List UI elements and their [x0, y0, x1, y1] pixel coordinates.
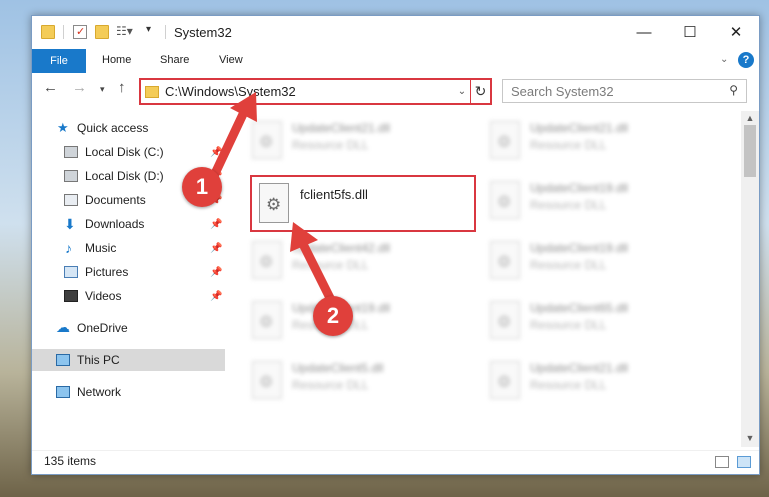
- annotation-arrows: [207, 92, 335, 303]
- arrow-1: [207, 92, 257, 185]
- arrow-2: [290, 222, 335, 303]
- callout-badge-1: 1: [182, 167, 222, 207]
- callout-badge-2: 2: [313, 296, 353, 336]
